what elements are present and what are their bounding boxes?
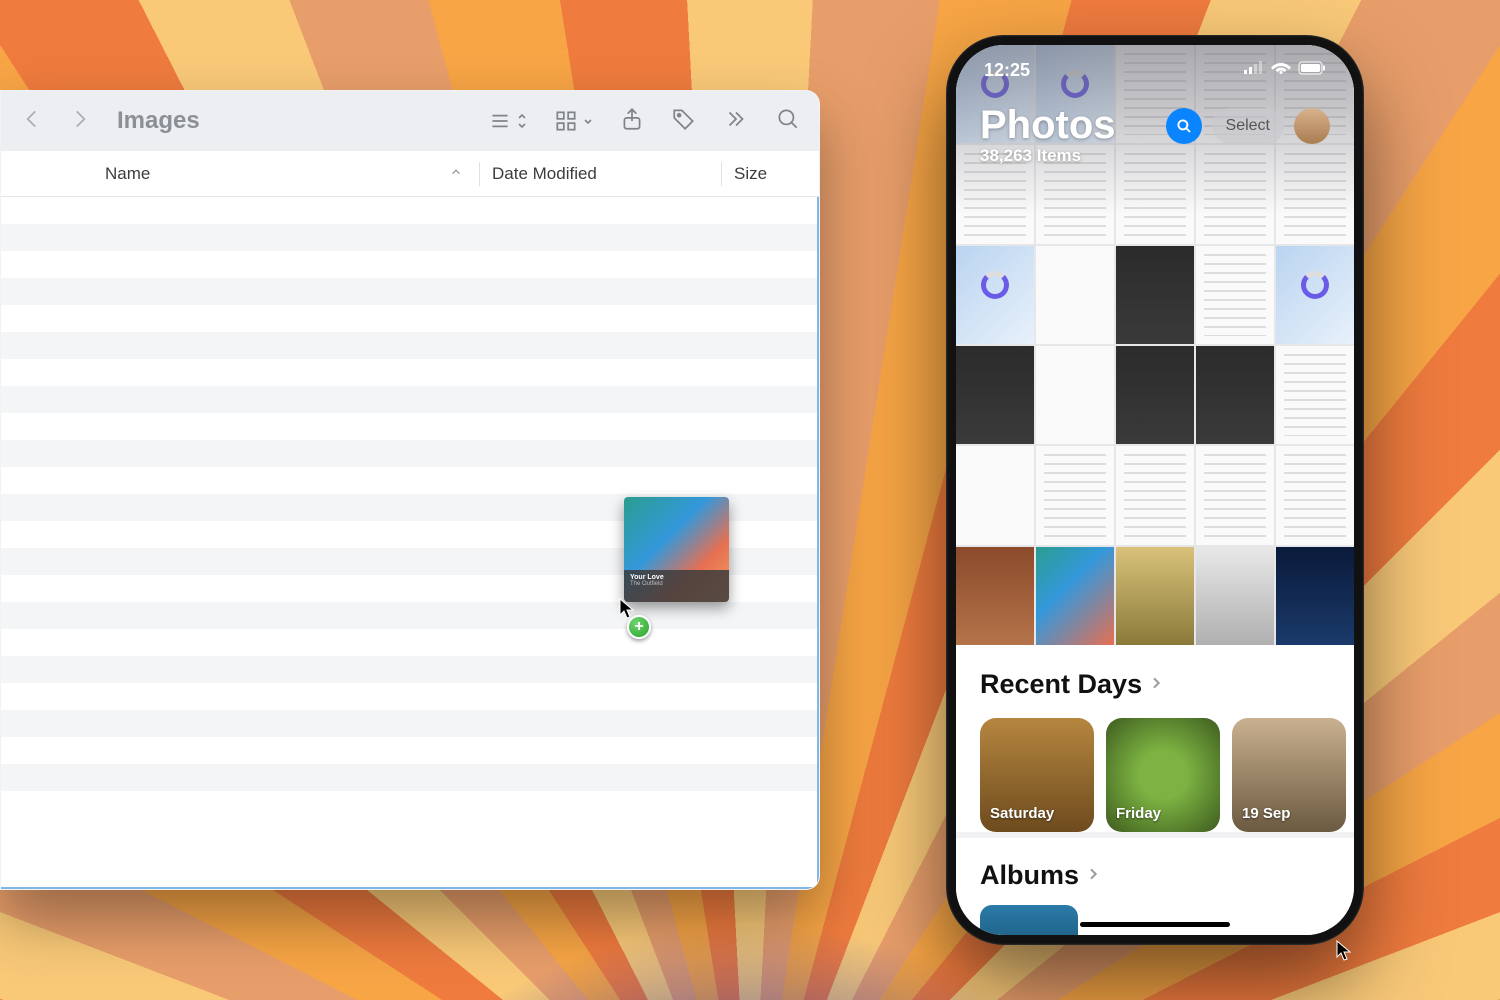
finder-toolbar: Images [1, 91, 819, 151]
sort-indicator-icon [449, 164, 463, 184]
recent-days-row[interactable]: Saturday Friday 19 Sep [980, 718, 1354, 832]
finder-window: Images Name [0, 90, 820, 890]
albums-header[interactable]: Albums [980, 860, 1354, 891]
iphone-device-frame: 12:25 Photos Select [946, 35, 1364, 945]
album-card[interactable]: rim [1200, 905, 1298, 935]
file-list-area[interactable]: Your Love The Outfield + [1, 197, 819, 889]
status-time: 12:25 [984, 60, 1030, 81]
photos-search-button[interactable] [1166, 108, 1202, 144]
back-button[interactable] [19, 106, 45, 137]
album-card[interactable] [980, 905, 1078, 935]
drag-preview-thumbnail: Your Love The Outfield [624, 497, 729, 602]
home-indicator[interactable] [1080, 922, 1230, 927]
column-headers: Name Date Modified Size [1, 151, 819, 197]
window-title: Images [117, 107, 200, 135]
day-card[interactable]: 19 Sep [1232, 718, 1346, 832]
search-button[interactable] [775, 106, 801, 137]
recent-days-header[interactable]: Recent Days [980, 669, 1354, 700]
view-list-button[interactable] [487, 108, 527, 134]
day-card[interactable]: Friday [1106, 718, 1220, 832]
iphone-screen[interactable]: 12:25 Photos Select [956, 45, 1354, 935]
chevron-right-icon [1085, 860, 1101, 891]
column-header-date[interactable]: Date Modified [480, 164, 721, 184]
cellular-icon [1244, 61, 1264, 80]
photos-title: Photos [980, 103, 1116, 148]
share-button[interactable] [619, 106, 645, 137]
copy-badge-icon: + [627, 615, 651, 639]
forward-button[interactable] [67, 106, 93, 137]
column-header-size[interactable]: Size [722, 164, 819, 184]
albums-row[interactable]: Wilbur rim [980, 905, 1354, 935]
recent-days-section: Recent Days Saturday Friday 19 Sep [956, 645, 1354, 832]
cursor-icon [1336, 940, 1354, 967]
wifi-icon [1271, 61, 1291, 80]
chevron-right-icon [1148, 669, 1164, 700]
battery-icon [1298, 61, 1326, 80]
status-bar: 12:25 [956, 45, 1354, 95]
photos-select-button[interactable]: Select [1212, 108, 1284, 144]
profile-avatar[interactable] [1294, 108, 1330, 144]
view-grid-button[interactable] [553, 108, 593, 134]
album-card[interactable]: Wilbur [1090, 905, 1188, 935]
albums-section: Albums Wilbur rim [956, 838, 1354, 935]
more-toolbar-button[interactable] [723, 106, 749, 137]
column-header-name[interactable]: Name [1, 164, 479, 184]
day-card[interactable]: Saturday [980, 718, 1094, 832]
photos-item-count: 38,263 Items [980, 146, 1330, 166]
tag-button[interactable] [671, 106, 697, 137]
